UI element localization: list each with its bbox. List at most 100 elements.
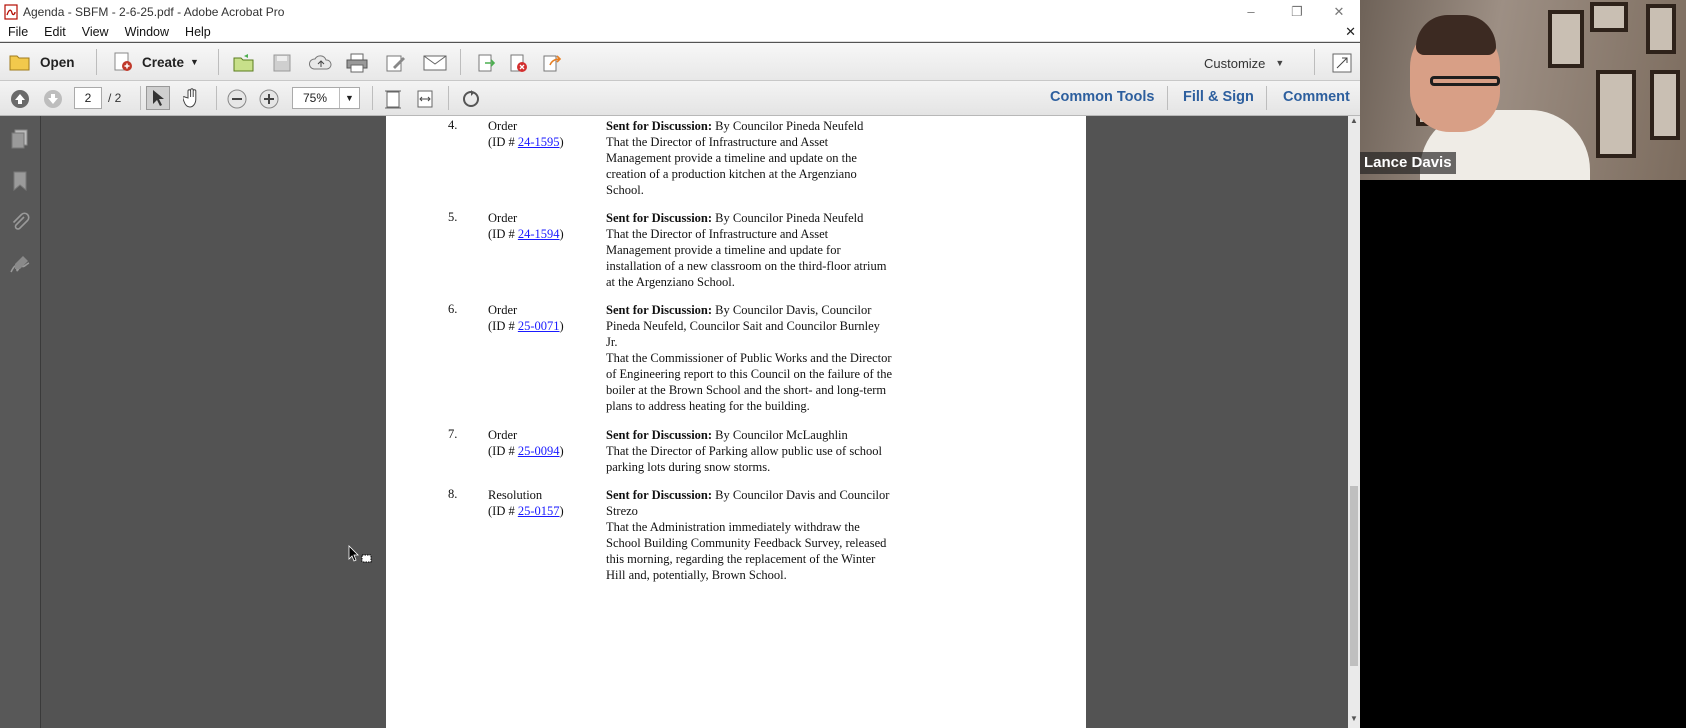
- scroll-up-icon[interactable]: ▲: [1348, 116, 1360, 130]
- signature-icon[interactable]: [9, 254, 31, 276]
- desc-line: Hill and, potentially, Brown School.: [606, 568, 787, 582]
- zoom-in-icon: [259, 89, 279, 109]
- desc-line: plans to address heating for the buildin…: [606, 399, 810, 413]
- zoom-out-button[interactable]: [226, 88, 248, 110]
- envelope-icon: [423, 55, 447, 71]
- vertical-scrollbar[interactable]: ▲ ▼: [1348, 116, 1360, 728]
- select-tool-button[interactable]: [146, 86, 170, 110]
- expand-icon: [1332, 53, 1352, 73]
- fit-width-icon: [417, 90, 433, 108]
- menu-edit[interactable]: Edit: [36, 25, 74, 39]
- pdf-page[interactable]: 4. Order (ID # 24-1595) Sent for Discuss…: [386, 116, 1086, 728]
- item-kind-block: Order (ID # 24-1595): [488, 118, 564, 150]
- id-prefix: (ID #: [488, 135, 518, 149]
- divider: [96, 49, 97, 75]
- restore-button[interactable]: ❐: [1274, 0, 1320, 23]
- item-id-line: (ID # 24-1595): [488, 134, 564, 150]
- id-prefix: (ID #: [488, 319, 518, 333]
- desc-line: Management provide a timeline and update…: [606, 151, 857, 165]
- item-id-line: (ID # 25-0157): [488, 503, 564, 519]
- desc-line: Jr.: [606, 335, 618, 349]
- navigation-pane: [0, 116, 41, 728]
- menu-file[interactable]: File: [0, 25, 36, 39]
- menu-view[interactable]: View: [74, 25, 117, 39]
- share-button[interactable]: [540, 52, 564, 74]
- save-icon: [273, 54, 291, 72]
- chevron-down-icon[interactable]: ▼: [339, 88, 359, 108]
- item-description: Sent for Discussion: By Councilor Davis …: [606, 487, 926, 583]
- arrow-down-circle-icon: [44, 90, 62, 108]
- desc-line: That the Director of Infrastructure and …: [606, 135, 829, 149]
- read-mode-button[interactable]: [460, 88, 482, 110]
- title-bar: Agenda - SBFM - 2-6-25.pdf - Adobe Acrob…: [0, 0, 1360, 23]
- id-prefix: (ID #: [488, 504, 518, 518]
- item-id-link[interactable]: 24-1594: [518, 227, 560, 241]
- item-id-link[interactable]: 25-0071: [518, 319, 560, 333]
- email-button[interactable]: [422, 52, 448, 74]
- full-screen-button[interactable]: [1330, 52, 1354, 74]
- item-id-link[interactable]: 24-1595: [518, 135, 560, 149]
- page-number-input[interactable]: 2: [74, 87, 102, 109]
- delete-page-button[interactable]: [506, 52, 530, 74]
- divider: [372, 86, 373, 110]
- item-description: Sent for Discussion: By Councilor Pineda…: [606, 210, 926, 290]
- fit-page-button[interactable]: [382, 88, 404, 110]
- sent-label: Sent for Discussion:: [606, 488, 713, 502]
- save-button[interactable]: [270, 52, 294, 74]
- edit-button[interactable]: [384, 52, 408, 74]
- zoom-in-button[interactable]: [258, 88, 280, 110]
- item-type: Order: [488, 303, 518, 317]
- fit-width-button[interactable]: [414, 88, 436, 110]
- upload-button[interactable]: [308, 52, 334, 74]
- fill-sign-tab[interactable]: Fill & Sign: [1183, 89, 1254, 105]
- customize-label: Customize: [1204, 55, 1266, 71]
- create-pdf-icon: [114, 52, 132, 71]
- minimize-button[interactable]: –: [1228, 0, 1274, 23]
- scrollbar-thumb[interactable]: [1350, 486, 1358, 666]
- acrobat-window: Agenda - SBFM - 2-6-25.pdf - Adobe Acrob…: [0, 0, 1360, 728]
- desc-line: this morning, regarding the replacement …: [606, 552, 876, 566]
- item-id-link[interactable]: 25-0094: [518, 444, 560, 458]
- page-total: / 2: [108, 91, 122, 105]
- id-prefix: (ID #: [488, 227, 518, 241]
- delete-page-icon: [510, 54, 527, 72]
- menu-window[interactable]: Window: [117, 25, 177, 39]
- item-description: Sent for Discussion: By Councilor Davis,…: [606, 302, 926, 414]
- scroll-down-icon[interactable]: ▼: [1348, 714, 1360, 728]
- desc-line: at the Argenziano School.: [606, 275, 735, 289]
- zoom-select[interactable]: 75% ▼: [292, 87, 360, 109]
- common-tools-tab[interactable]: Common Tools: [1050, 89, 1154, 105]
- participant-glasses: [1430, 76, 1500, 86]
- participant-name: Lance Davis: [1360, 152, 1456, 174]
- close-document-button[interactable]: ✕: [1345, 24, 1356, 40]
- item-id-link[interactable]: 25-0157: [518, 504, 560, 518]
- desc-line: Management provide a timeline and update…: [606, 243, 841, 257]
- previous-page-button[interactable]: [10, 89, 30, 109]
- menu-help[interactable]: Help: [177, 25, 219, 39]
- sent-label: Sent for Discussion:: [606, 428, 713, 442]
- chevron-down-icon: ▼: [1275, 58, 1285, 68]
- export-button[interactable]: [474, 52, 498, 74]
- document-area[interactable]: 4. Order (ID # 24-1595) Sent for Discuss…: [41, 116, 1348, 728]
- open-button[interactable]: Open: [8, 50, 75, 74]
- page-thumbnails-icon[interactable]: [9, 128, 31, 150]
- print-button[interactable]: [345, 52, 369, 74]
- divider: [1266, 86, 1267, 110]
- export-icon: [478, 54, 496, 72]
- main-toolbar: Open Create ▼ Customize ▼: [0, 43, 1360, 81]
- hand-tool-button[interactable]: [180, 86, 204, 110]
- customize-button[interactable]: Customize ▼: [1204, 53, 1284, 73]
- item-kind-block: Order (ID # 24-1594): [488, 210, 564, 242]
- open-file-button[interactable]: [232, 52, 256, 74]
- hand-icon: [183, 88, 197, 108]
- comment-tab[interactable]: Comment: [1283, 89, 1350, 105]
- item-number: 7.: [448, 427, 458, 441]
- desc-line: School.: [606, 183, 644, 197]
- item-id-line: (ID # 25-0094): [488, 443, 564, 459]
- next-page-button[interactable]: [43, 89, 63, 109]
- attachment-icon[interactable]: [9, 212, 31, 234]
- create-button[interactable]: Create ▼: [112, 50, 199, 74]
- close-window-button[interactable]: ✕: [1316, 0, 1362, 23]
- bookmark-icon[interactable]: [9, 170, 31, 192]
- pdf-icon: [4, 3, 18, 20]
